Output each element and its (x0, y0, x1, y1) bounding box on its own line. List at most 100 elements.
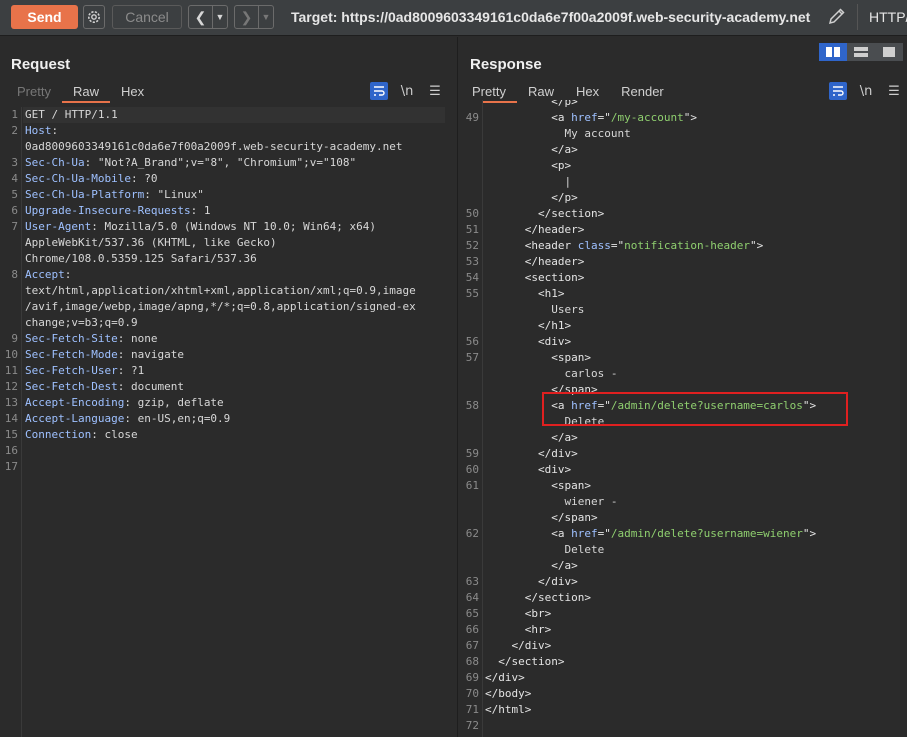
line-text: <div> (485, 462, 571, 478)
send-button[interactable]: Send (11, 5, 78, 29)
line-text: </header> (485, 222, 585, 238)
line-text: </h1> (485, 318, 571, 334)
line-text: Sec-Ch-Ua-Mobile: ?0 (25, 171, 157, 187)
tab-raw[interactable]: Raw (61, 83, 110, 103)
code-token: </div> (485, 671, 525, 684)
forward-button[interactable]: ❯ (235, 6, 259, 28)
line-number: 56 (465, 335, 479, 348)
tab-hex[interactable]: Hex (110, 83, 155, 103)
code-line: 65 <br> (459, 606, 907, 622)
cancel-button[interactable]: Cancel (112, 5, 182, 29)
line-text: <a href="/admin/delete?username=wiener"> (485, 526, 816, 542)
code-line: carlos - (459, 366, 907, 382)
line-text: Accept: (25, 267, 71, 283)
line-text: </a> (485, 558, 578, 574)
line-text: <span> (485, 350, 591, 366)
line-number: 63 (465, 575, 479, 588)
forward-nav-group: ❯ ▼ (234, 5, 274, 29)
code-line: 56 <div> (459, 334, 907, 350)
code-line: </a> (459, 558, 907, 574)
line-text: </section> (485, 590, 591, 606)
menu-button[interactable]: ☰ (426, 82, 444, 100)
code-token: "> (683, 111, 697, 124)
line-text: Sec-Fetch-Dest: document (25, 379, 184, 395)
code-token: </body> (485, 687, 532, 700)
line-number: 12 (4, 380, 18, 393)
code-token: : gzip, deflate (124, 396, 224, 409)
code-token: Chrome/108.0.5359.125 Safari/537.36 (25, 252, 257, 265)
forward-dropdown-button[interactable]: ▼ (259, 6, 273, 28)
back-dropdown-button[interactable]: ▼ (213, 6, 227, 28)
line-number: 54 (465, 271, 479, 284)
line-number: 50 (465, 207, 479, 220)
code-line: 66 <hr> (459, 622, 907, 638)
line-text: </div> (485, 670, 525, 686)
back-button[interactable]: ❮ (189, 6, 213, 28)
code-token: My account (485, 127, 631, 140)
wrap-lines-button[interactable] (370, 82, 388, 100)
code-token: Sec-Fetch-User (25, 364, 118, 377)
code-token: </header> (524, 255, 585, 268)
newline-icon: \n (400, 83, 414, 99)
code-token: "> (749, 239, 764, 252)
newline-toggle-button[interactable]: \n (398, 82, 416, 100)
layout-tabs-button[interactable] (875, 43, 903, 61)
newline-toggle-button[interactable]: \n (857, 82, 875, 100)
code-line: Users (459, 302, 907, 318)
request-editor[interactable]: 1 GET / HTTP/1.1 2 Host: 0ad8009603349161c0d… (0, 107, 457, 737)
code-token: GET / HTTP/1.1 (25, 108, 118, 121)
line-number: 3 (11, 156, 18, 169)
pencil-icon (828, 8, 845, 25)
code-line: 3 Sec-Ch-Ua: "Not?A_Brand";v="8", "Chromi… (0, 155, 457, 171)
code-token: =" (597, 527, 611, 540)
settings-button[interactable] (83, 5, 105, 29)
menu-button[interactable]: ☰ (885, 82, 903, 100)
line-text: 0ad8009603349161c0da6e7f00a2009f.web-sec… (25, 139, 403, 155)
line-number: 17 (4, 460, 18, 473)
line-number: 59 (465, 447, 479, 460)
code-token: : (64, 268, 72, 281)
line-number: 49 (465, 111, 479, 124)
code-token: | (485, 175, 572, 188)
code-token: </div> (537, 447, 578, 460)
code-line: 12 Sec-Fetch-Dest: document (0, 379, 457, 395)
line-text: <div> (485, 334, 571, 350)
layout-stacked-button[interactable] (847, 43, 875, 61)
code-line: 55 <h1> (459, 286, 907, 302)
line-text: My account (485, 126, 631, 142)
line-number: 52 (465, 239, 479, 252)
code-token: : ?0 (130, 172, 158, 185)
code-line: 11 Sec-Fetch-User: ?1 (0, 363, 457, 379)
code-token: /avif,image/webp,image/apng,*/*;q=0.8,ap… (25, 300, 416, 313)
line-text: </span> (485, 510, 597, 526)
code-line: 70 </body> (459, 686, 907, 702)
code-token: text/html,application/xhtml+xml,applicat… (25, 284, 416, 297)
code-line: 1 GET / HTTP/1.1 (0, 107, 457, 123)
wrap-lines-button[interactable] (829, 82, 847, 100)
code-line: 52 <header class="notification-header"> (459, 238, 907, 254)
edit-target-button[interactable] (827, 6, 847, 31)
layout-side-by-side-button[interactable] (819, 43, 847, 61)
line-number: 15 (4, 428, 18, 441)
line-text: Accept-Encoding: gzip, deflate (25, 395, 224, 411)
code-line: 67 </div> (459, 638, 907, 654)
code-token: Sec-Ch-Ua-Mobile (25, 172, 131, 185)
code-token: </html> (485, 703, 532, 716)
line-text: Upgrade-Insecure-Requests: 1 (25, 203, 210, 219)
code-token: </section> (498, 655, 565, 668)
line-number: 4 (11, 172, 18, 185)
tab-pretty[interactable]: Pretty (6, 83, 62, 103)
http-version-label[interactable]: HTTP/ (869, 9, 907, 25)
line-text: Accept-Language: en-US,en;q=0.9 (25, 411, 230, 427)
code-token: href (571, 111, 598, 124)
response-editor[interactable]: </p> 49 <a href="/my-account"> My account… (459, 100, 907, 737)
